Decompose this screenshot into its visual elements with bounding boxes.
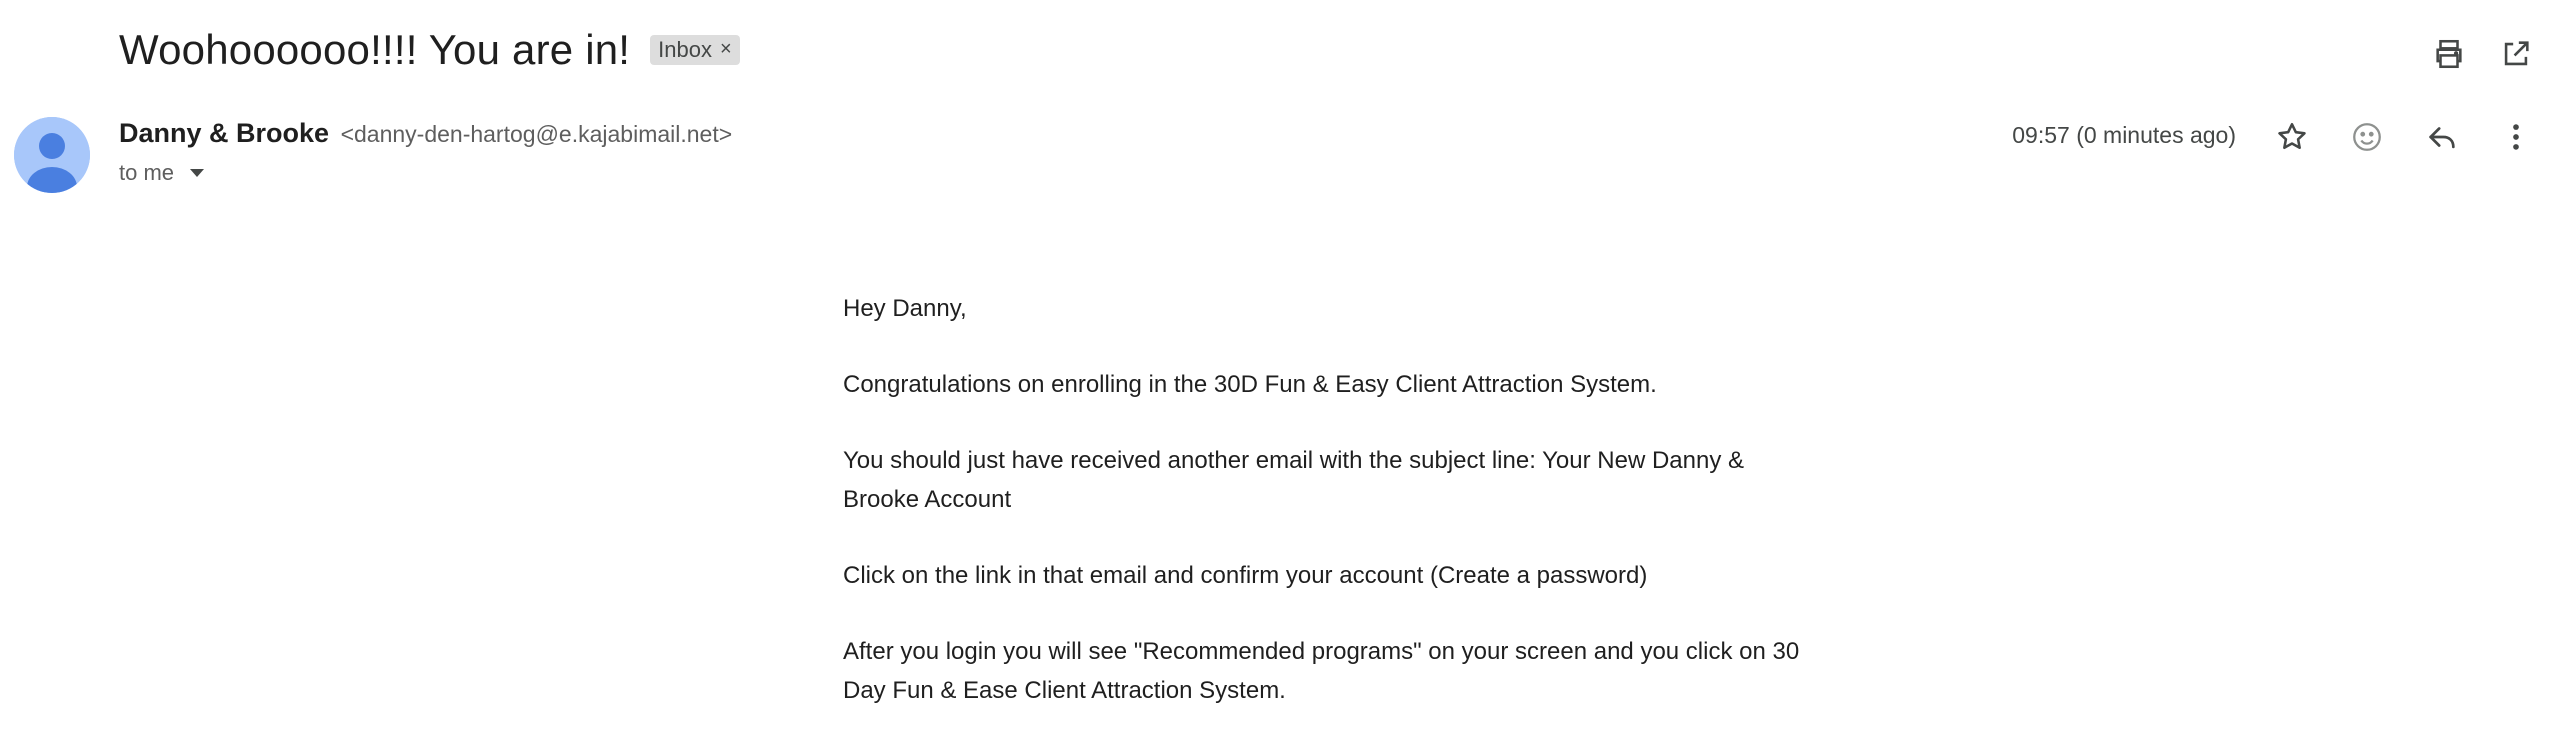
body-paragraph: After you login you will see "Recommende… — [843, 638, 1800, 704]
more-options-button[interactable] — [2492, 113, 2540, 161]
sender-line: Danny & Brooke <danny-den-hartog@e.kajab… — [119, 118, 732, 149]
recipient-text: to me — [119, 160, 175, 185]
remove-label-button[interactable]: × — [720, 38, 732, 61]
body-paragraph: Congratulations on enrolling in the 30D … — [843, 371, 1657, 398]
add-reaction-button[interactable] — [2343, 113, 2391, 161]
label-chip-text: Inbox — [658, 36, 712, 62]
sender-name[interactable]: Danny & Brooke — [119, 118, 329, 148]
body-paragraph: Hey Danny, — [843, 295, 967, 322]
body-paragraph: You should just have received another em… — [843, 447, 1744, 513]
print-icon — [2436, 39, 2462, 69]
star-icon — [2278, 122, 2306, 150]
reply-button[interactable] — [2418, 113, 2466, 161]
print-button[interactable] — [2425, 30, 2473, 78]
more-vertical-icon — [2513, 124, 2519, 150]
email-subject: Woohoooooo!!!! You are in! — [119, 26, 631, 73]
sender-avatar[interactable] — [14, 117, 90, 193]
recipient-line: to me — [119, 160, 205, 186]
subject-row: Woohoooooo!!!! You are in! Inbox × — [119, 26, 740, 74]
reply-icon — [2429, 127, 2455, 149]
email-body: Hey Danny, Congratulations on enrolling … — [843, 289, 1823, 745]
open-in-new-window-button[interactable] — [2492, 30, 2540, 78]
emoji-reaction-icon — [2353, 123, 2381, 151]
default-avatar-icon — [14, 117, 90, 193]
body-paragraph: Click on the link in that email and conf… — [843, 562, 1648, 589]
email-view: Woohoooooo!!!! You are in! Inbox × Danny… — [0, 0, 2560, 745]
chevron-down-icon[interactable] — [190, 169, 205, 177]
label-chip-inbox[interactable]: Inbox × — [650, 35, 740, 65]
email-timestamp: 09:57 (0 minutes ago) — [2012, 122, 2236, 148]
sender-email: <danny-den-hartog@e.kajabimail.net> — [340, 121, 733, 147]
star-button[interactable] — [2268, 113, 2316, 161]
open-in-new-window-icon — [2504, 41, 2529, 66]
